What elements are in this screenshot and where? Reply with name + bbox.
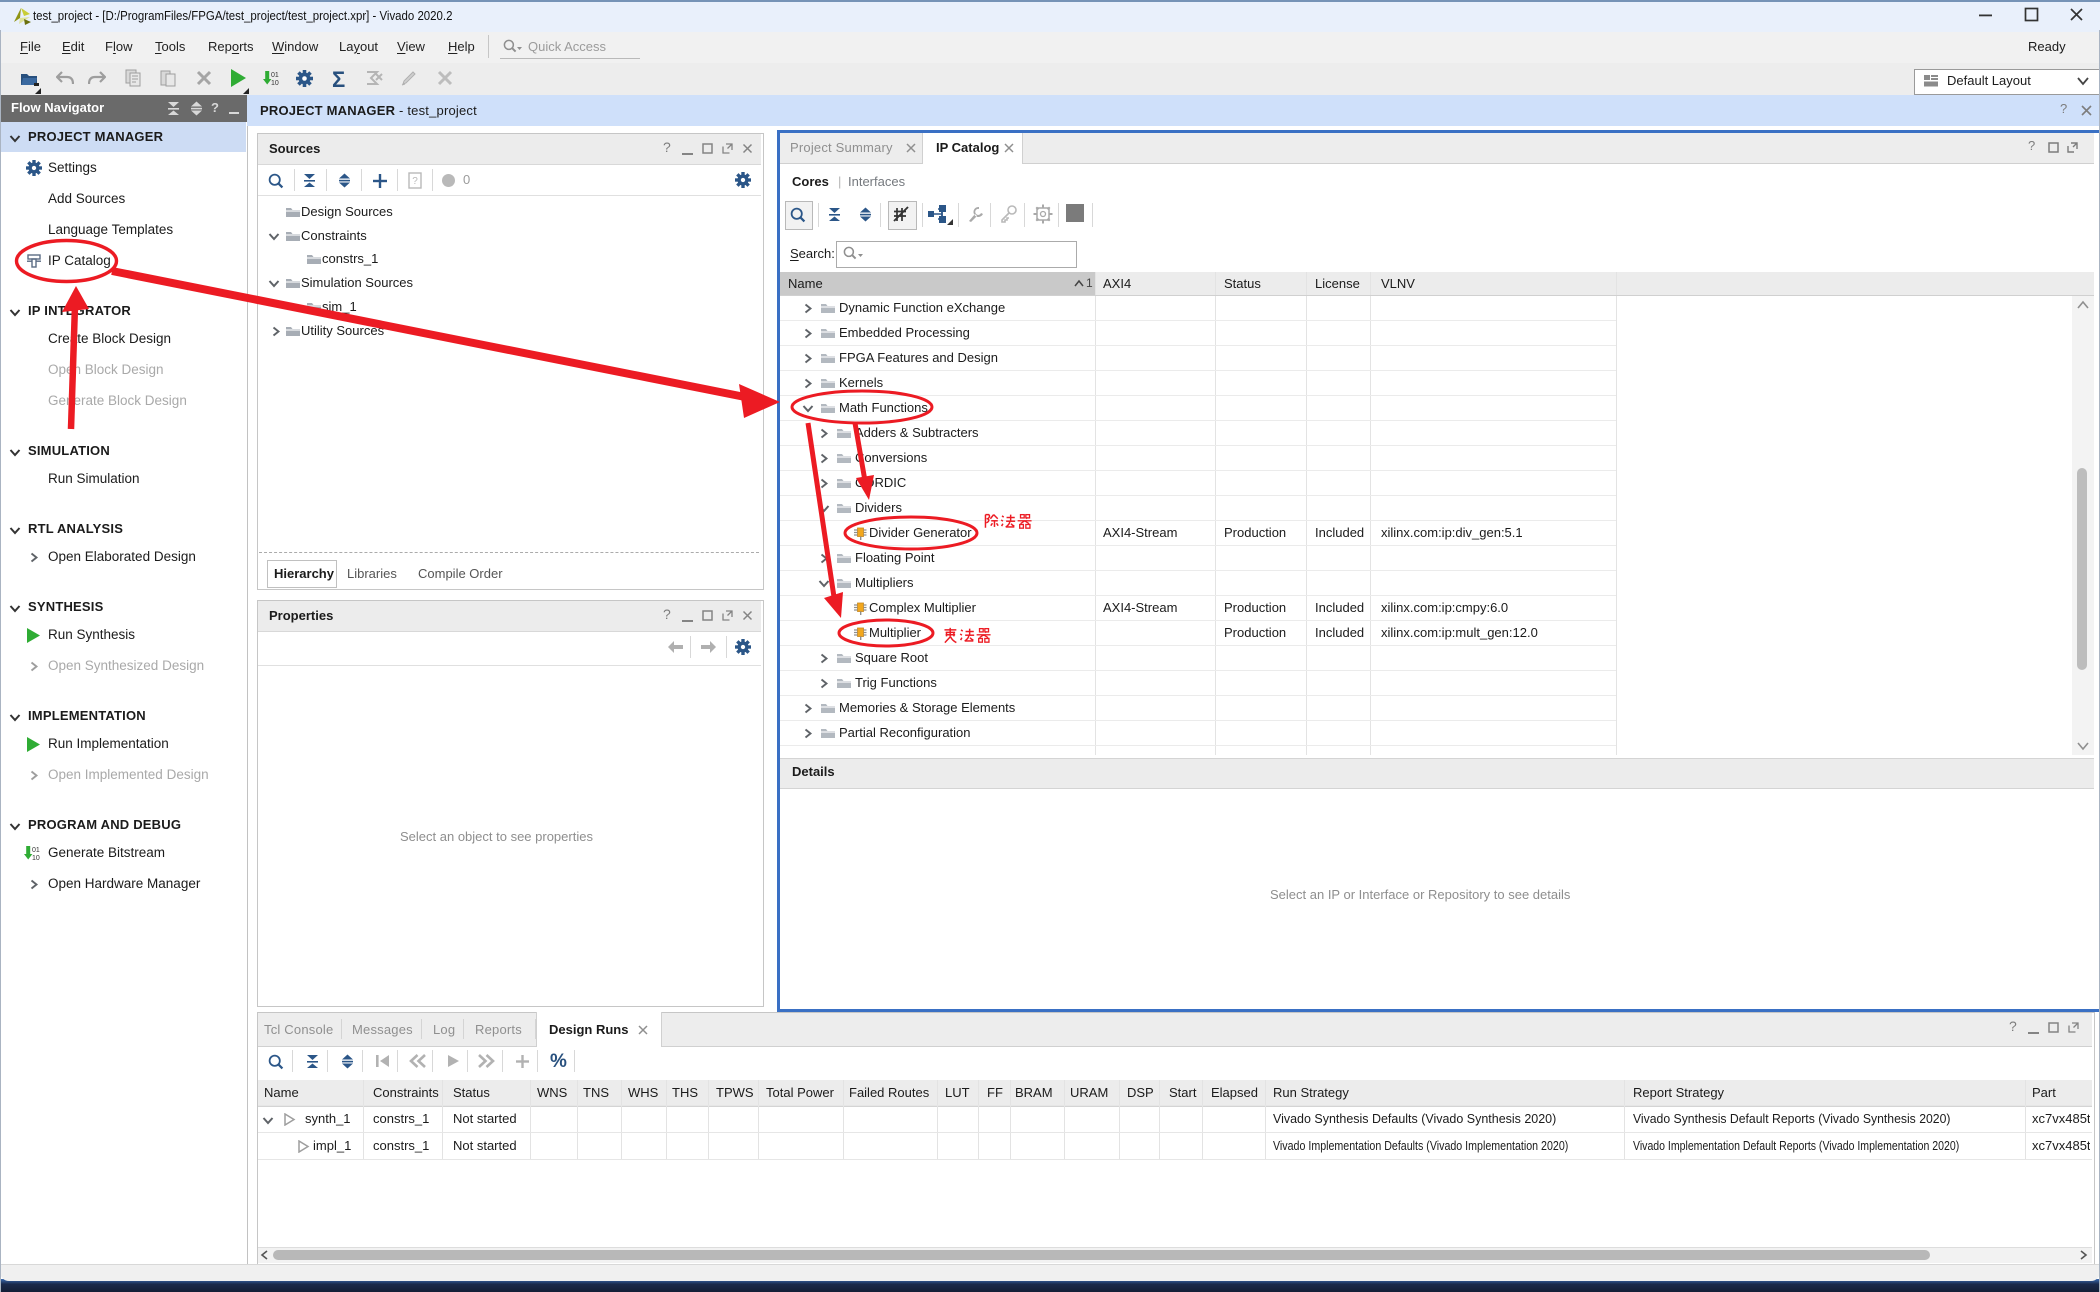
svg-text:10: 10 bbox=[271, 80, 279, 86]
svg-text:01: 01 bbox=[32, 847, 40, 854]
svg-text:01: 01 bbox=[271, 72, 279, 79]
svg-text:?: ? bbox=[412, 176, 418, 187]
svg-text:10: 10 bbox=[32, 855, 40, 861]
